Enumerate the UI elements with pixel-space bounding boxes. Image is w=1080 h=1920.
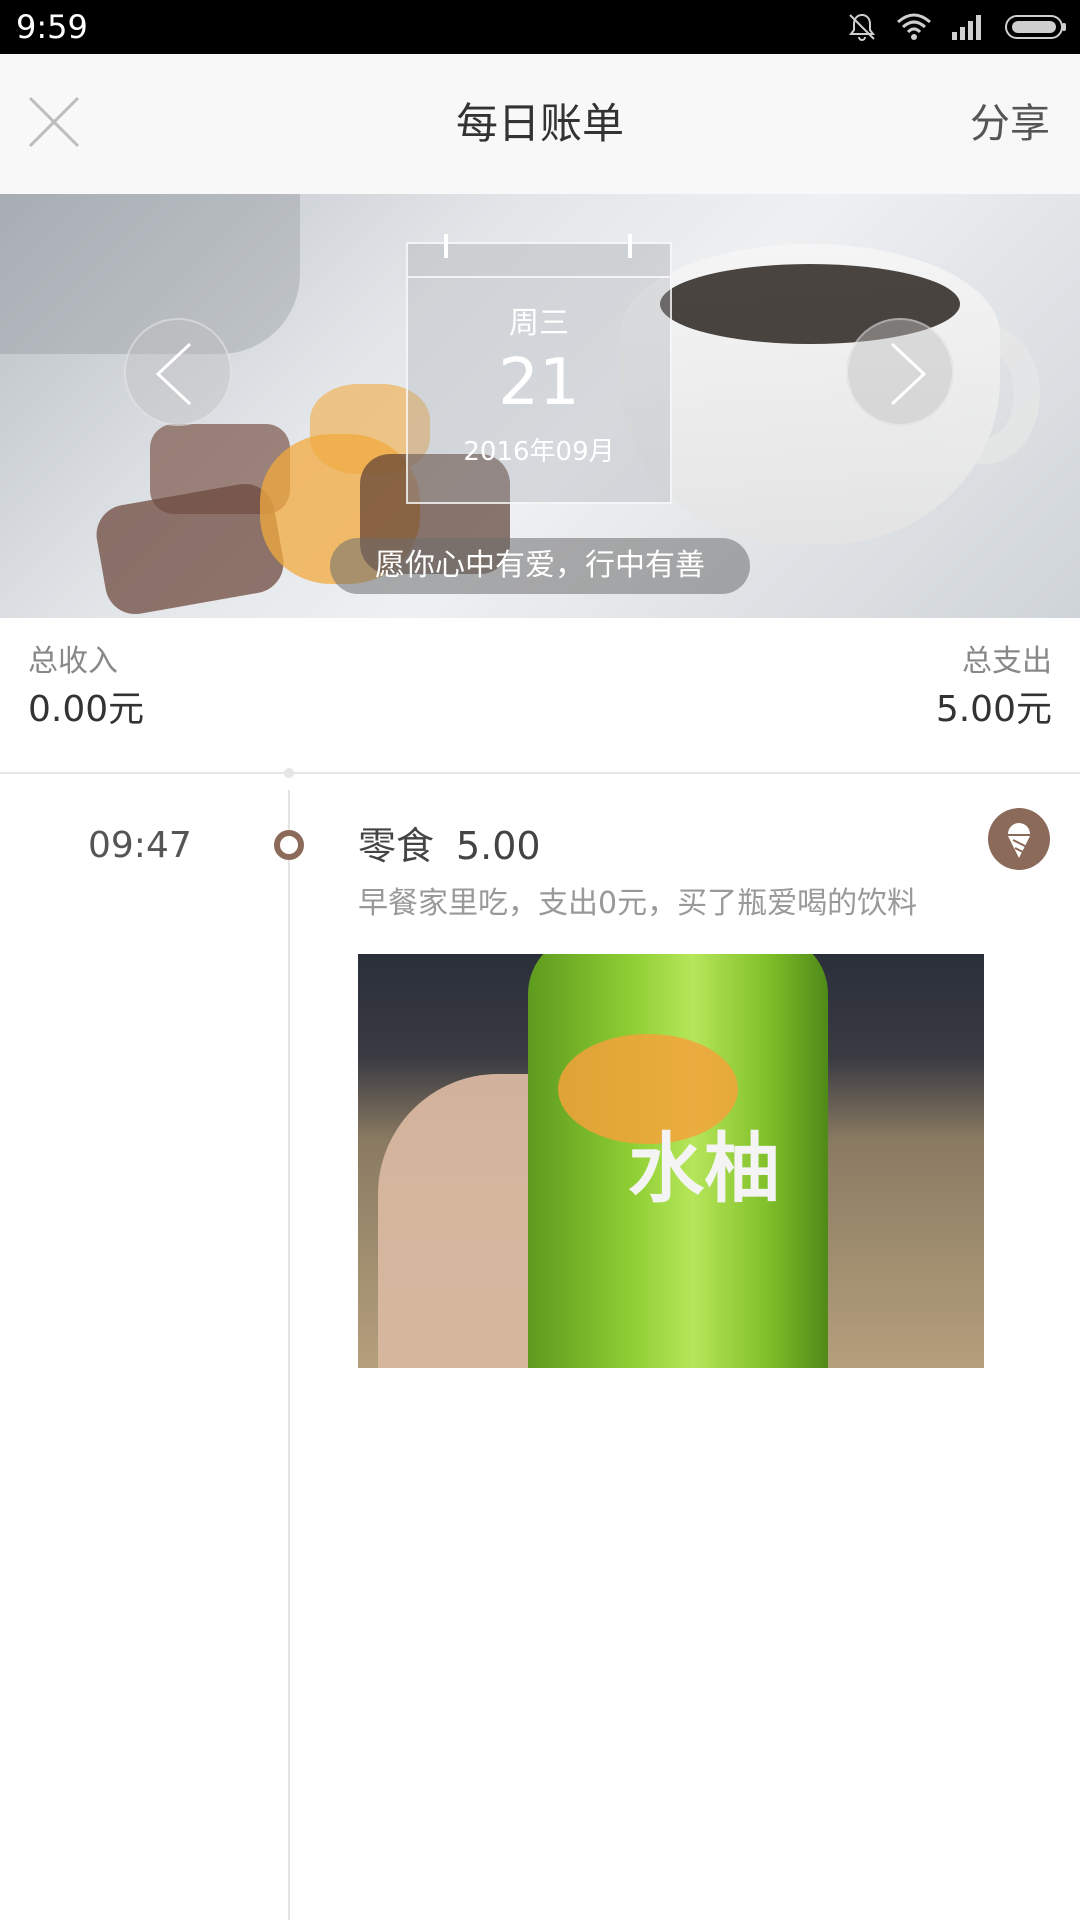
day-number: 21 (498, 346, 580, 420)
calendar-ring-icon (628, 234, 632, 258)
entry-note: 早餐家里吃，支出0元，买了瓶爱喝的饮料 (358, 886, 918, 921)
previous-day-button[interactable] (124, 318, 232, 426)
page-title: 每日账单 (455, 99, 624, 148)
motto-banner: 愿你心中有爱，行中有善 (330, 538, 750, 594)
total-expense-value: 5.00元 (935, 689, 1052, 730)
status-icons (846, 10, 1068, 44)
total-income-value: 0.00元 (28, 689, 145, 730)
chevron-left-icon (155, 342, 192, 406)
signal-icon (952, 15, 981, 40)
status-bar: 9:59 (0, 0, 1080, 54)
weekday-label: 周三 (509, 306, 569, 341)
total-expense-label: 总支出 (962, 644, 1052, 679)
battery-icon (1005, 15, 1066, 39)
calendar-card: 周三 21 2016年09月 (406, 234, 672, 504)
calendar-ring-icon (444, 234, 448, 258)
status-time: 9:59 (16, 8, 88, 46)
mute-bell-icon (849, 13, 875, 41)
next-day-button[interactable] (846, 318, 954, 426)
timeline-start-dot (284, 768, 294, 778)
entry-photo[interactable]: 水柚 (358, 954, 984, 1368)
year-month-label: 2016年09月 (463, 437, 615, 467)
ice-cream-icon[interactable] (988, 808, 1050, 870)
entry-time: 09:47 (88, 825, 192, 866)
entry-category: 零食 (358, 824, 435, 868)
timeline-node-icon (274, 830, 304, 860)
wifi-icon (897, 13, 931, 40)
share-button[interactable]: 分享 (970, 98, 1050, 150)
timeline-line (288, 790, 290, 1920)
date-banner: 周三 21 2016年09月 愿你心中有爱，行中有善 (0, 194, 1080, 618)
chevron-right-icon (890, 342, 927, 406)
entry-amount: 5.00 (456, 824, 541, 868)
daily-summary: 总收入 0.00元 总支出 5.00元 (0, 618, 1080, 774)
photo-text: 水柚 (628, 1124, 780, 1213)
top-bar: 每日账单 分享 (0, 54, 1080, 194)
total-income-label: 总收入 (28, 644, 118, 679)
